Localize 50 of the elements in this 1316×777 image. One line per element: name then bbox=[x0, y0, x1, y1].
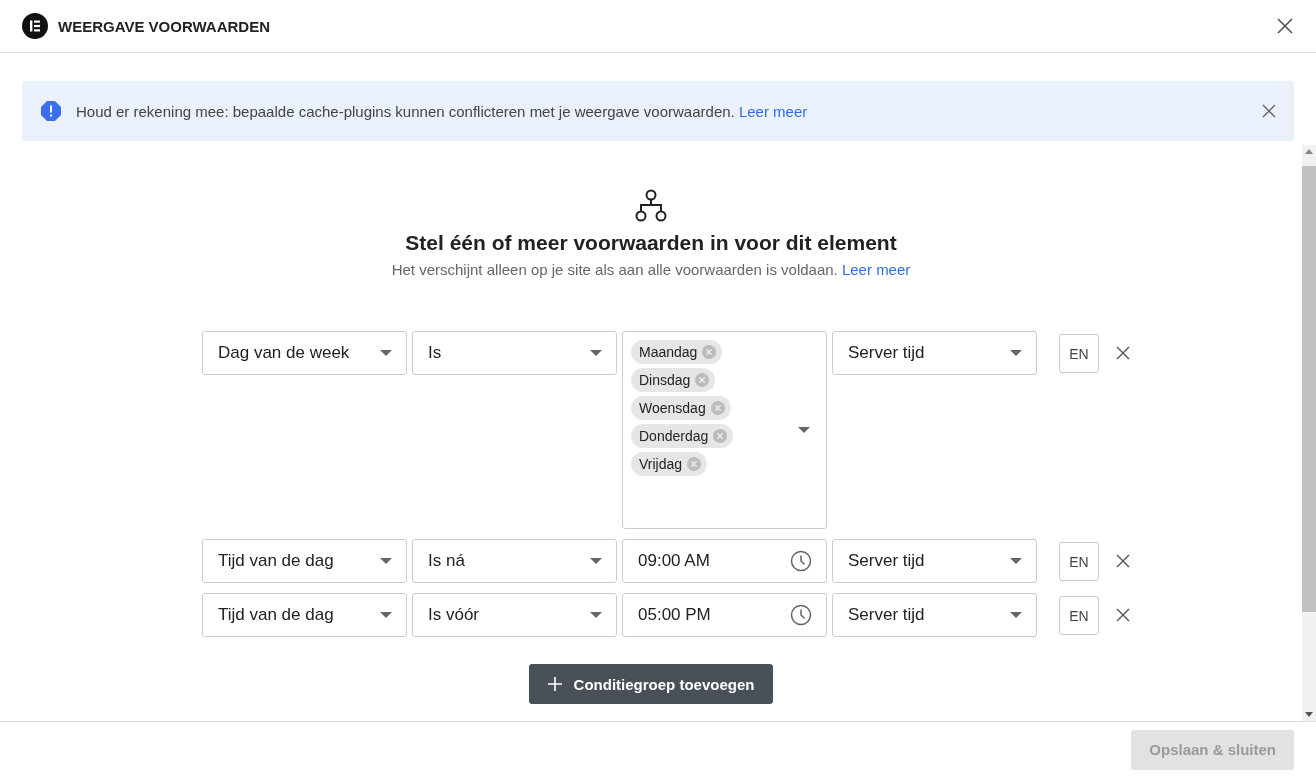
scrollbar[interactable] bbox=[1302, 145, 1316, 721]
close-icon bbox=[1276, 17, 1294, 35]
day-tag: Donderdag bbox=[631, 424, 734, 448]
alert-icon bbox=[40, 100, 62, 122]
close-icon bbox=[1116, 346, 1130, 360]
day-tag: Maandag bbox=[631, 340, 723, 364]
operator-select[interactable]: Is bbox=[412, 331, 617, 375]
remove-button[interactable] bbox=[1116, 554, 1130, 568]
notice-text: Houd er rekening mee: bepaalde cache-plugins kunnen conflicteren met je weergave voorwaarden. Leer meer bbox=[76, 102, 808, 120]
close-button[interactable] bbox=[1276, 17, 1294, 35]
connector-button[interactable]: EN bbox=[1059, 334, 1099, 373]
close-icon bbox=[1116, 608, 1130, 622]
connector-button[interactable]: EN bbox=[1059, 596, 1099, 635]
remove-icon[interactable] bbox=[710, 401, 725, 415]
close-icon bbox=[1116, 554, 1130, 568]
dismiss-button[interactable] bbox=[1262, 104, 1276, 118]
time-field[interactable]: 09:00 AM bbox=[622, 539, 827, 583]
timezone-select[interactable]: Server tijd bbox=[832, 331, 1037, 375]
time-field[interactable]: 05:00 PM bbox=[622, 593, 827, 637]
section-heading: Stel één of meer voorwaarden in voor dit element bbox=[405, 231, 897, 255]
section-description: Het verschijnt alleen op je site als aan alle voorwaarden is voldaan. Leer meer bbox=[391, 261, 911, 278]
operator-select[interactable]: Is ná bbox=[412, 539, 617, 583]
day-tag: Vrijdag bbox=[631, 452, 708, 476]
day-tag: Dinsdag bbox=[631, 368, 716, 392]
multi-select[interactable]: Maandag Dinsdag Woensdag Donderdag Vrijdag bbox=[622, 331, 827, 529]
plus-icon bbox=[547, 677, 562, 691]
remove-button[interactable] bbox=[1116, 608, 1130, 622]
remove-icon[interactable] bbox=[713, 429, 728, 443]
connector-button[interactable]: EN bbox=[1059, 542, 1099, 581]
day-tag: Woensdag bbox=[631, 396, 731, 420]
operator-select[interactable]: Is vóór bbox=[412, 593, 617, 637]
field-select[interactable]: Tijd van de dag bbox=[202, 539, 407, 583]
remove-icon[interactable] bbox=[695, 373, 710, 387]
hierarchy-icon bbox=[634, 189, 668, 223]
remove-icon[interactable] bbox=[702, 345, 717, 359]
timezone-select[interactable]: Server tijd bbox=[832, 593, 1037, 637]
remove-button[interactable] bbox=[1116, 346, 1130, 360]
field-select[interactable]: Dag van de week bbox=[202, 331, 407, 375]
clock-icon bbox=[790, 550, 812, 572]
close-icon bbox=[1262, 104, 1276, 118]
logo-icon bbox=[22, 13, 48, 39]
timezone-select[interactable]: Server tijd bbox=[832, 539, 1037, 583]
caret-icon bbox=[798, 427, 810, 433]
clock-icon bbox=[790, 604, 812, 626]
field-select[interactable]: Tijd van de dag bbox=[202, 593, 407, 637]
learn-more-link[interactable]: Leer meer bbox=[738, 102, 808, 120]
add-group-button[interactable]: Conditiegroep toevoegen bbox=[529, 664, 773, 704]
learn-more-link[interactable]: Leer meer bbox=[841, 261, 911, 278]
dialog-title: WEERGAVE VOORWAARDEN bbox=[58, 17, 270, 35]
remove-icon[interactable] bbox=[687, 457, 702, 471]
